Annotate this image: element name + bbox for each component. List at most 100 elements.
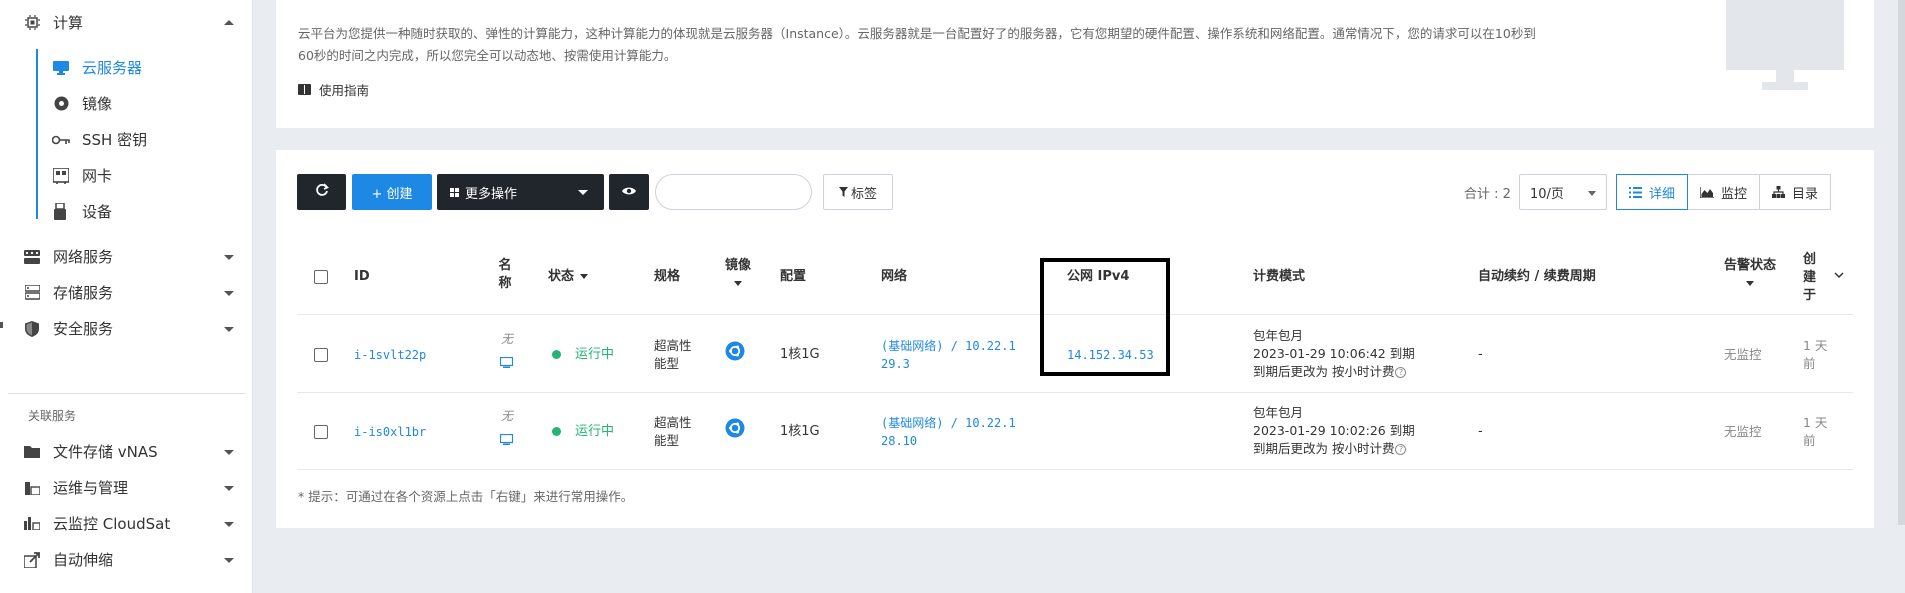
console-icon[interactable] (500, 434, 513, 445)
row-divider (297, 392, 1853, 393)
nav-group-label: 安全服务 (53, 320, 114, 338)
network-line-1: (基础网络) / 10.22.1 (881, 416, 1016, 430)
filter-caret-icon (734, 281, 742, 286)
related-services-label: 关联服务 (28, 409, 77, 423)
chevron-down-icon (224, 290, 234, 296)
refresh-button[interactable] (297, 174, 346, 210)
intro-card: 云平台为您提供一种随时获取的、弹性的计算能力，这种计算能力的体现就是云服务器（I… (276, 0, 1874, 128)
filter-icon (838, 187, 848, 197)
view-detail-tab[interactable]: 详细 (1616, 174, 1689, 210)
folder-icon (24, 444, 40, 460)
intro-description: 云平台为您提供一种随时获取的、弹性的计算能力，这种计算能力的体现就是云服务器（I… (298, 23, 1698, 67)
sidebar-item-images[interactable]: 镜像 (52, 93, 112, 114)
network-card-icon (52, 167, 70, 184)
view-monitor-tab[interactable]: 监控 (1687, 174, 1761, 210)
nav-group-security[interactable]: 安全服务 (24, 318, 234, 339)
network-link[interactable]: (基础网络) / 10.22.1 29.3 (881, 337, 1016, 373)
nav-group-autoscaling[interactable]: 自动伸缩 (24, 549, 234, 570)
help-icon[interactable]: ? (1395, 367, 1407, 378)
help-icon[interactable]: ? (1395, 444, 1407, 455)
chevron-down-icon (578, 190, 588, 195)
billing-mode: 包年包月 (1253, 328, 1304, 343)
network-link[interactable]: (基础网络) / 10.22.1 28.10 (881, 414, 1016, 450)
row-checkbox[interactable] (314, 348, 328, 362)
nav-group-storage[interactable]: 存储服务 (24, 282, 234, 303)
intro-line-1: 云平台为您提供一种随时获取的、弹性的计算能力，这种计算能力的体现就是云服务器（I… (298, 26, 1536, 41)
network-line-1: (基础网络) / 10.22.1 (881, 339, 1016, 353)
book-icon (298, 84, 311, 95)
status-cell: 运行中 (552, 346, 614, 364)
sidebar-item-ssh-keys[interactable]: SSH 密钥 (52, 129, 147, 150)
instance-id-link[interactable]: i-1svlt22p (354, 346, 426, 364)
column-header-name[interactable]: 名称 (498, 257, 512, 293)
chevron-up-icon (224, 19, 234, 25)
network-line-2: 28.10 (881, 434, 918, 448)
eye-icon (622, 185, 636, 200)
grid-icon (450, 187, 459, 197)
sidebar-item-devices[interactable]: 设备 (52, 201, 112, 222)
toggle-columns-button[interactable] (609, 174, 649, 210)
column-header-spec: 规格 (654, 269, 681, 284)
config-cell: 1核1G (780, 347, 820, 362)
intro-line-2: 60秒的时间之内完成，所以您完全可以动态地、按需使用计算能力。 (298, 48, 677, 63)
select-all-checkbox[interactable] (314, 270, 328, 284)
context-menu-tip: * 提示：可通过在各个资源上点击「右键」来进行常用操作。 (298, 489, 634, 504)
os-image-icon (725, 341, 745, 361)
console-icon[interactable] (500, 357, 513, 368)
instance-name: 无 (501, 332, 514, 346)
billing-after-expiry-text: 到期后更改为 按小时计费 (1253, 364, 1395, 379)
key-icon (52, 132, 70, 148)
chevron-down-icon (224, 254, 234, 260)
status-text: 运行中 (575, 347, 615, 362)
server-illustration (1726, 0, 1844, 90)
billing-expiry: 2023-01-29 10:02:26 到期 (1253, 423, 1415, 438)
tags-filter-button[interactable]: 标签 (823, 174, 893, 210)
chip-icon (24, 15, 40, 31)
refresh-icon (315, 183, 329, 201)
column-header-image[interactable]: 镜像 (725, 257, 751, 293)
active-indicator (36, 49, 38, 219)
billing-cell: 包年包月 2023-01-29 10:02:26 到期 到期后更改为 按小时计费… (1253, 404, 1415, 458)
column-header-status[interactable]: 状态 (548, 268, 589, 286)
created-cell: 1 天前 (1803, 338, 1828, 371)
ops-icon (24, 480, 40, 496)
column-header-alarm[interactable]: 告警状态 (1724, 257, 1776, 293)
nav-group-label: 计算 (53, 14, 84, 32)
search-input[interactable] (655, 174, 812, 210)
page-size-select[interactable]: 10/页 (1519, 174, 1607, 210)
sidebar-item-instances[interactable]: 云服务器 (52, 57, 142, 78)
alarm-cell: 无监控 (1724, 424, 1762, 439)
page-size-value: 10/页 (1530, 186, 1564, 202)
nav-group-ops[interactable]: 运维与管理 (24, 477, 234, 498)
usb-device-icon (52, 203, 70, 220)
billing-after-expiry-text: 到期后更改为 按小时计费 (1253, 441, 1395, 456)
billing-mode: 包年包月 (1253, 405, 1304, 420)
chevron-down-icon (224, 557, 234, 563)
nav-group-compute[interactable]: 计算 (24, 12, 234, 33)
row-checkbox[interactable] (314, 425, 328, 439)
nav-group-label: 云监控 CloudSat (53, 515, 171, 533)
view-directory-tab[interactable]: 目录 (1759, 174, 1832, 210)
create-button[interactable]: + 创建 (352, 174, 432, 210)
nav-group-network[interactable]: 网络服务 (24, 246, 234, 267)
view-switcher: 详细 监控 目录 (1616, 174, 1832, 210)
billing-cell: 包年包月 2023-01-29 10:06:42 到期 到期后更改为 按小时计费… (1253, 327, 1415, 381)
column-header-network: 网络 (881, 269, 908, 284)
column-header-id[interactable]: ID (354, 268, 370, 286)
status-dot (552, 427, 561, 436)
user-guide-label: 使用指南 (319, 83, 370, 98)
nav-group-label: 自动伸缩 (53, 551, 114, 569)
instance-id-link[interactable]: i-is0xl1br (354, 423, 426, 441)
nav-group-cloudsat[interactable]: 云监控 CloudSat (24, 513, 234, 534)
column-header-created[interactable]: 创建于 (1803, 251, 1817, 305)
view-monitor-label: 监控 (1721, 186, 1748, 202)
user-guide-link[interactable]: 使用指南 (298, 80, 369, 99)
sort-chevron-down-icon[interactable] (1834, 272, 1844, 279)
more-actions-label: 更多操作 (465, 186, 518, 202)
sidebar-item-nics[interactable]: 网卡 (52, 165, 112, 186)
more-actions-dropdown[interactable]: 更多操作 (437, 174, 604, 210)
nav-group-vnas[interactable]: 文件存储 vNAS (24, 441, 234, 462)
config-cell: 1核1G (780, 424, 820, 439)
page-scrollbar[interactable] (1898, 0, 1905, 525)
spec-cell: 超高性能型 (654, 415, 692, 448)
